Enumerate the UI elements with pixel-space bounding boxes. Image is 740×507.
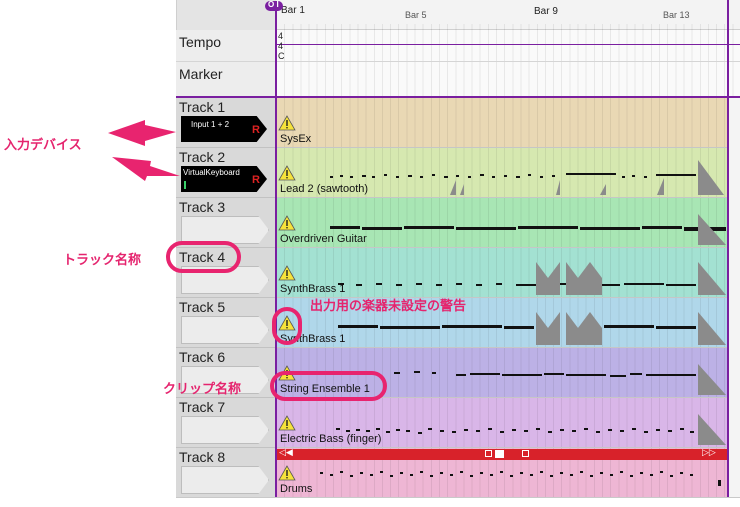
annotation-track-name: トラック名称 bbox=[63, 252, 142, 267]
midi-notes-track-4 bbox=[338, 283, 696, 286]
annotation-input-device: 入力デバイス bbox=[4, 137, 82, 152]
warning-icon[interactable] bbox=[278, 265, 296, 281]
warning-icon[interactable] bbox=[278, 115, 296, 131]
envelope-shapes-track-4 bbox=[536, 262, 726, 295]
highlight-ring-clip-name bbox=[270, 371, 387, 401]
annotation-arrow-virtual-keyboard bbox=[112, 157, 180, 181]
velocity-wedge-track-6 bbox=[698, 364, 726, 395]
midi-notes-track-6 bbox=[394, 371, 696, 377]
annotation-arrow-input-device bbox=[108, 120, 176, 146]
midi-notes-track-2 bbox=[330, 173, 696, 178]
warning-icon[interactable] bbox=[278, 215, 296, 231]
midi-notes-track-5 bbox=[338, 325, 696, 329]
midi-notes-track-3 bbox=[330, 226, 726, 231]
highlight-ring-warning bbox=[272, 307, 302, 345]
warning-icon[interactable] bbox=[278, 165, 296, 181]
warning-icon[interactable] bbox=[278, 465, 296, 481]
annotation-warning: 出力用の楽器未設定の警告 bbox=[310, 298, 467, 313]
midi-notes-track-7 bbox=[336, 428, 694, 434]
velocity-wedges-track-2 bbox=[450, 160, 724, 195]
midi-notes-track-8 bbox=[320, 471, 721, 486]
highlight-ring-track-name bbox=[166, 241, 241, 273]
envelope-shapes-track-5 bbox=[536, 312, 726, 345]
annotation-clip-name: クリップ名称 bbox=[163, 381, 242, 396]
velocity-wedge-track-7 bbox=[698, 414, 726, 445]
warning-icon[interactable] bbox=[278, 415, 296, 431]
